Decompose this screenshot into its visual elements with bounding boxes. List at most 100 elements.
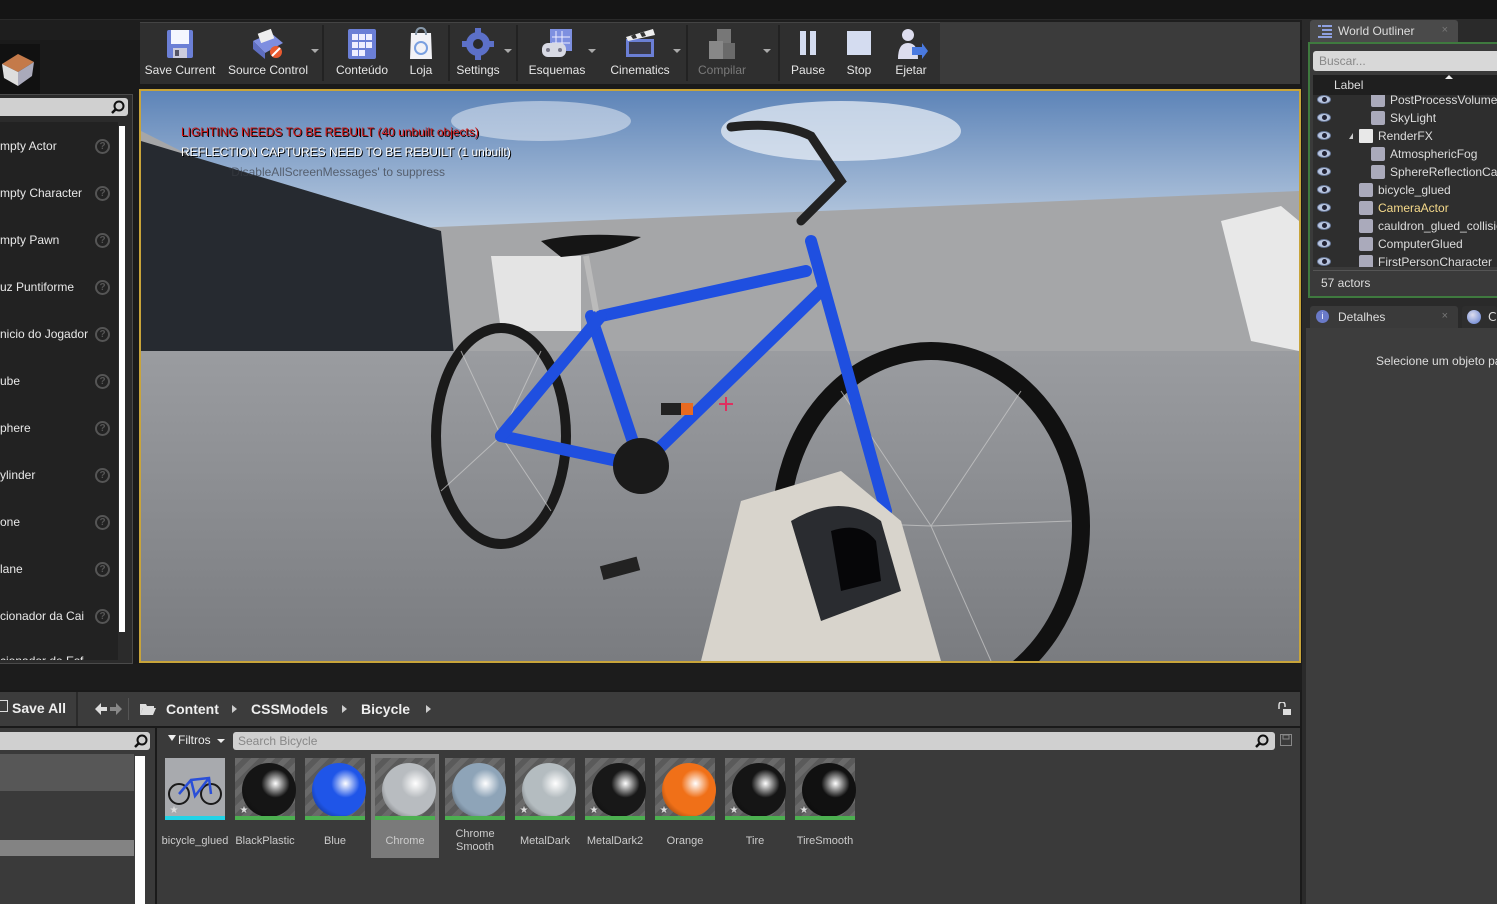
sources-scrollbar[interactable] <box>135 756 145 904</box>
marketplace-button[interactable]: Loja <box>398 23 444 83</box>
outliner-row[interactable]: CameraActor <box>1313 199 1497 217</box>
visibility-eye-icon[interactable] <box>1317 113 1331 122</box>
pause-button[interactable]: Pause <box>784 23 832 83</box>
asset-tile[interactable]: Chrome Smooth <box>441 754 509 858</box>
help-icon[interactable]: ? <box>95 186 110 201</box>
place-item[interactable]: ylinder? <box>0 466 116 486</box>
breadcrumb-arrow-icon[interactable] <box>342 705 347 713</box>
stop-button[interactable]: Stop <box>836 23 882 83</box>
help-icon[interactable]: ? <box>95 562 110 577</box>
source-folder-row-selected[interactable] <box>0 840 134 856</box>
modes-tab-place[interactable] <box>0 44 40 94</box>
outliner-column-header[interactable]: Label <box>1313 75 1497 95</box>
breadcrumb-cssmodels[interactable]: CSSModels <box>251 701 328 717</box>
visibility-eye-icon[interactable] <box>1317 167 1331 176</box>
visibility-eye-icon[interactable] <box>1317 95 1331 104</box>
tab-details[interactable]: i Detalhes × <box>1310 306 1458 328</box>
asset-tile[interactable]: ★ bicycle_glued <box>161 754 229 858</box>
content-button[interactable]: Conteúdo <box>330 23 394 83</box>
asset-tile[interactable]: Chrome <box>371 754 439 858</box>
asset-tile[interactable]: Blue <box>301 754 369 858</box>
help-icon[interactable]: ? <box>95 468 110 483</box>
place-actor-list: mpty Actor? mpty Character? mpty Pawn? u… <box>0 122 118 660</box>
outliner-search-input[interactable]: Buscar... <box>1313 51 1497 71</box>
help-icon[interactable]: ? <box>95 609 110 624</box>
panel-splitter[interactable] <box>0 664 1302 690</box>
asset-tile[interactable]: ★ Orange <box>651 754 719 858</box>
source-control-dropdown-icon[interactable] <box>311 49 319 53</box>
outliner-row[interactable]: AtmosphericFog <box>1313 145 1497 163</box>
settings-button[interactable]: Settings <box>452 23 504 83</box>
outliner-row[interactable]: bicycle_glued <box>1313 181 1497 199</box>
build-dropdown-icon[interactable] <box>763 49 771 53</box>
close-tab-icon[interactable]: × <box>1442 310 1448 322</box>
visibility-eye-icon[interactable] <box>1317 185 1331 194</box>
save-search-icon[interactable] <box>1280 734 1292 746</box>
breadcrumb-arrow-icon[interactable] <box>426 705 431 713</box>
outliner-row[interactable]: SphereReflectionCapture <box>1313 163 1497 181</box>
asset-search-input[interactable]: Search Bicycle <box>233 732 1275 750</box>
help-icon[interactable]: ? <box>95 139 110 154</box>
settings-dropdown-icon[interactable] <box>504 49 512 53</box>
tab-world-settings[interactable]: C <box>1462 306 1497 328</box>
help-icon[interactable]: ? <box>95 280 110 295</box>
visibility-eye-icon[interactable] <box>1317 131 1331 140</box>
outliner-row[interactable]: RenderFX <box>1313 127 1497 145</box>
place-item[interactable]: phere? <box>0 419 116 439</box>
help-icon[interactable]: ? <box>95 233 110 248</box>
source-control-button[interactable]: Source Control <box>224 23 312 83</box>
place-item[interactable]: mpty Character? <box>0 184 116 204</box>
outliner-row[interactable]: SkyLight <box>1313 109 1497 127</box>
help-icon[interactable]: ? <box>95 515 110 530</box>
place-item[interactable]: mpty Actor? <box>0 137 116 157</box>
outliner-row[interactable]: FirstPersonCharacter <box>1313 253 1497 267</box>
lock-icon[interactable] <box>1277 702 1291 716</box>
save-current-button[interactable]: Save Current <box>142 23 218 83</box>
breadcrumb-content[interactable]: Content <box>166 701 219 717</box>
asset-tile[interactable]: ★ TireSmooth <box>791 754 859 858</box>
asset-tile[interactable]: ★ Tire <box>721 754 789 858</box>
place-item[interactable]: uz Puntiforme? <box>0 278 116 298</box>
outliner-row[interactable]: ComputerGlued <box>1313 235 1497 253</box>
breadcrumb-arrow-icon[interactable] <box>232 705 237 713</box>
place-search-input[interactable] <box>0 98 128 116</box>
cinematics-dropdown-icon[interactable] <box>673 49 681 53</box>
blueprints-button[interactable]: Esquemas <box>522 23 592 83</box>
build-button[interactable]: Compilar <box>692 23 752 83</box>
help-icon[interactable]: ? <box>95 327 110 342</box>
visibility-eye-icon[interactable] <box>1317 149 1331 158</box>
close-tab-icon[interactable]: × <box>1442 24 1448 36</box>
place-item[interactable]: one? <box>0 513 116 533</box>
visibility-eye-icon[interactable] <box>1317 221 1331 230</box>
outliner-row[interactable]: cauldron_glued_collision <box>1313 217 1497 235</box>
tab-world-outliner[interactable]: World Outliner × <box>1310 20 1458 42</box>
forward-arrow-icon[interactable] <box>110 703 122 715</box>
visibility-eye-icon[interactable] <box>1317 239 1331 248</box>
source-folder-row[interactable] <box>0 754 134 791</box>
help-icon[interactable]: ? <box>95 421 110 436</box>
back-arrow-icon[interactable] <box>95 703 107 715</box>
place-scrollbar[interactable] <box>119 126 125 632</box>
place-item[interactable]: cionador de Esf <box>0 652 116 660</box>
visibility-eye-icon[interactable] <box>1317 257 1331 266</box>
asset-tile[interactable]: ★ MetalDark <box>511 754 579 858</box>
save-all-button[interactable]: Save All <box>0 692 78 726</box>
sources-search-input[interactable] <box>0 732 150 750</box>
blueprints-dropdown-icon[interactable] <box>588 49 596 53</box>
cinematics-button[interactable]: Cinematics <box>602 23 678 83</box>
visibility-eye-icon[interactable] <box>1317 203 1331 212</box>
place-item[interactable]: lane? <box>0 560 116 580</box>
help-icon[interactable]: ? <box>95 374 110 389</box>
breadcrumb-bicycle[interactable]: Bicycle <box>361 701 410 717</box>
asset-tile[interactable]: ★ MetalDark2 <box>581 754 649 858</box>
outliner-row[interactable]: PostProcessVolume <box>1313 95 1497 109</box>
eject-button[interactable]: Ejetar <box>886 23 936 83</box>
place-item[interactable]: cionador da Cai? <box>0 607 116 627</box>
filters-button[interactable]: Filtros <box>162 732 228 750</box>
expand-arrow-icon[interactable] <box>1349 133 1353 139</box>
place-item[interactable]: ube? <box>0 372 116 392</box>
place-item[interactable]: nicio do Jogador? <box>0 325 116 345</box>
place-item[interactable]: mpty Pawn? <box>0 231 116 251</box>
level-viewport[interactable]: LIGHTING NEEDS TO BE REBUILT (40 unbuilt… <box>139 89 1301 663</box>
asset-tile[interactable]: ★ BlackPlastic <box>231 754 299 858</box>
